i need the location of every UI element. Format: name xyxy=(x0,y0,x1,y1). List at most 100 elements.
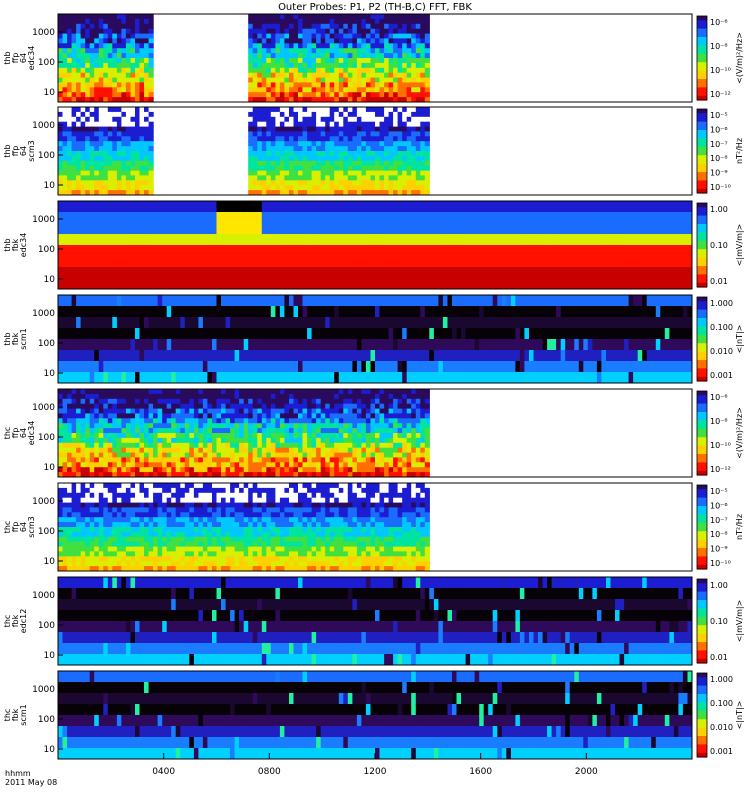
spectrogram-cell xyxy=(669,350,675,362)
spectrogram-cell xyxy=(524,306,530,318)
spectrogram-cell xyxy=(148,170,154,177)
spectrogram-cell xyxy=(275,67,281,74)
spectrogram-cell xyxy=(248,72,254,79)
spectrogram-cell xyxy=(221,245,227,257)
spectrogram-cell xyxy=(352,23,358,30)
spectrogram-cell xyxy=(307,350,313,362)
spectrogram-cell xyxy=(433,306,439,318)
spectrogram-cell xyxy=(307,306,313,318)
spectrogram-cell xyxy=(347,136,353,142)
spectrogram-cell xyxy=(646,212,652,224)
spectrogram-cell xyxy=(601,372,607,383)
spectrogram-cell xyxy=(329,151,335,157)
spectrogram-cell xyxy=(67,256,73,268)
spectrogram-cell xyxy=(76,403,82,410)
spectrogram-cell xyxy=(352,111,358,118)
spectrogram-cell xyxy=(664,372,670,383)
spectrogram-cell xyxy=(171,212,177,224)
spectrogram-cell xyxy=(107,245,113,257)
spectrogram-cell xyxy=(307,38,313,44)
spectrogram-cell xyxy=(361,267,367,279)
spectrogram-cell xyxy=(497,339,503,351)
spectrogram-cell xyxy=(266,126,272,133)
spectrogram-cell xyxy=(116,146,122,152)
spectrogram-cell xyxy=(424,141,430,147)
spectrogram-cell xyxy=(103,212,109,224)
spectrogram-cell xyxy=(325,38,331,44)
spectrogram-cell xyxy=(157,372,163,383)
spectrogram-cell xyxy=(642,278,648,289)
spectrogram-cell xyxy=(148,107,154,113)
spectrogram-cell xyxy=(465,278,471,289)
spectrogram-cell xyxy=(130,408,136,415)
spectrogram-cell xyxy=(130,180,136,186)
spectrogram-cell xyxy=(488,339,494,351)
spectrogram-cell xyxy=(270,180,276,186)
spectrogram-cell xyxy=(393,43,399,49)
spectrogram-cell xyxy=(116,278,122,289)
spectrogram-cell xyxy=(379,180,385,186)
spectrogram-cell xyxy=(279,146,285,152)
spectrogram-cell xyxy=(420,23,426,30)
spectrogram-cell xyxy=(94,361,100,373)
spectrogram-cell xyxy=(279,141,285,147)
spectrogram-cell xyxy=(316,256,322,268)
spectrogram-cell xyxy=(361,245,367,257)
spectrogram-cell xyxy=(402,121,408,128)
spectrogram-cell xyxy=(320,82,326,88)
spectrogram-cell xyxy=(216,267,222,279)
spectrogram-cell xyxy=(80,408,86,415)
spectrogram-cell xyxy=(325,245,331,257)
spectrogram-cell xyxy=(338,131,344,137)
spectrogram-cell xyxy=(601,267,607,279)
spectrogram-cell xyxy=(302,38,308,44)
spectrogram-cell xyxy=(329,43,335,49)
spectrogram-cell xyxy=(406,131,412,137)
spectrogram-cell xyxy=(393,107,399,113)
spectrogram-cell xyxy=(76,180,82,186)
spectrogram-cell xyxy=(361,23,367,30)
spectrogram-cell xyxy=(257,328,263,340)
spectrogram-cell xyxy=(361,18,367,25)
spectrogram-cell xyxy=(125,107,131,113)
spectrogram-cell xyxy=(103,82,109,88)
spectrogram-cell xyxy=(583,267,589,279)
spectrogram-cell xyxy=(406,151,412,157)
spectrogram-cell xyxy=(470,212,476,224)
spectrogram-cell xyxy=(406,14,412,20)
spectrogram-cell xyxy=(574,245,580,257)
spectrogram-cell xyxy=(98,295,104,307)
spectrogram-cell xyxy=(669,245,675,257)
spectrogram-cell xyxy=(94,151,100,157)
spectrogram-cell xyxy=(284,87,290,93)
spectrogram-cell xyxy=(356,267,362,279)
spectrogram-cell xyxy=(189,234,195,246)
spectrogram-cell xyxy=(429,328,435,340)
spectrogram-cell xyxy=(651,306,657,318)
spectrogram-cell xyxy=(365,155,371,162)
spectrogram-cell xyxy=(356,185,362,191)
spectrogram-cell xyxy=(411,350,417,362)
spectrogram-cell xyxy=(569,267,575,279)
spectrogram-cell xyxy=(58,212,64,224)
panel-ylabel: scm3 xyxy=(27,140,36,161)
spectrogram-cell xyxy=(379,185,385,191)
spectrogram-cell xyxy=(85,428,91,434)
spectrogram-cell xyxy=(184,372,190,383)
spectrogram-cell xyxy=(275,116,281,123)
spectrogram-cell xyxy=(379,256,385,268)
spectrogram-cell xyxy=(365,185,371,191)
spectrogram-cell xyxy=(270,67,276,74)
spectrogram-cell xyxy=(592,350,598,362)
spectrogram-cell xyxy=(275,28,281,35)
spectrogram-cell xyxy=(275,295,281,307)
spectrogram-cell xyxy=(361,107,367,113)
spectrogram-cell xyxy=(365,295,371,307)
spectrogram-cell xyxy=(116,403,122,410)
spectrogram-cell xyxy=(121,146,127,152)
spectrogram-cell xyxy=(497,245,503,257)
spectrogram-cell xyxy=(519,234,525,246)
spectrogram-cell xyxy=(94,170,100,177)
spectrogram-cell xyxy=(94,328,100,340)
spectrogram-cell xyxy=(103,278,109,289)
